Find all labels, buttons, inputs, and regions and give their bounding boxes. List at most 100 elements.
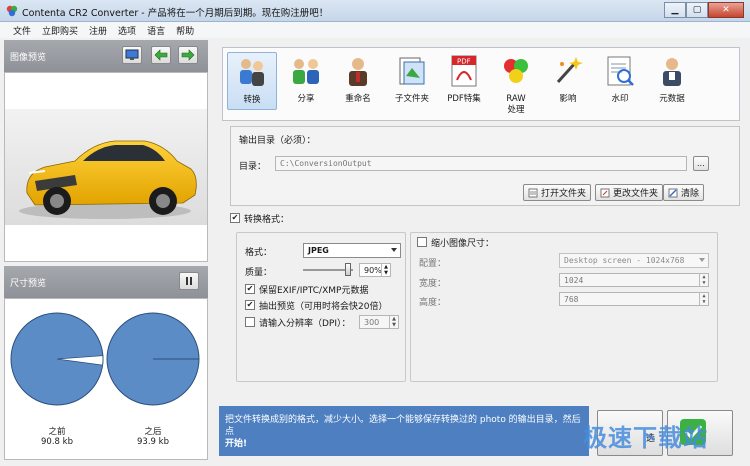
tool-subfolder[interactable]: 子文件夹 bbox=[387, 52, 437, 105]
open-folder-icon bbox=[528, 188, 538, 197]
width-label: 宽度： bbox=[419, 279, 447, 289]
output-dir-field[interactable]: C:\ConversionOutput bbox=[275, 156, 687, 171]
menu-options[interactable]: 选项 bbox=[113, 22, 142, 38]
keep-metadata-label: 保留EXIF/IPTC/XMP元数据 bbox=[259, 286, 369, 296]
config-select[interactable]: Desktop screen - 1024x768 bbox=[559, 253, 709, 268]
menu-help[interactable]: 帮助 bbox=[171, 22, 200, 38]
dpi-value: 300 bbox=[364, 318, 380, 327]
after-size-label: 之后 93.9 kb bbox=[123, 427, 183, 447]
pause-icon bbox=[186, 277, 192, 285]
info-bar: 把文件转换成别的格式，减少大小。选择一个能够保存转换过的 photo 的输出目录… bbox=[219, 406, 589, 456]
format-label: 格式： bbox=[245, 248, 273, 258]
open-folder-button[interactable]: 打开文件夹 bbox=[523, 184, 592, 201]
arrow-left-icon bbox=[154, 49, 168, 61]
chevron-down-icon bbox=[699, 258, 705, 262]
output-directory-section: 输出目录（必须）： 目录： C:\ConversionOutput ... 打开… bbox=[230, 126, 740, 206]
convert-options-group: 格式： JPEG 质量： 90% ▲ ▼ ✔ 保留EXIF/IPTC/XMP元数据… bbox=[236, 232, 406, 382]
extract-preview-checkbox[interactable]: ✔ bbox=[245, 300, 255, 310]
raw-balls-icon bbox=[504, 59, 528, 83]
tool-convert-label: 转换 bbox=[243, 95, 261, 105]
size-preview-header: 尺寸预览 bbox=[4, 266, 208, 298]
tool-raw[interactable]: RAW 处理 bbox=[491, 52, 541, 116]
convert-format-label: 转换格式： bbox=[244, 215, 290, 225]
pause-button[interactable] bbox=[179, 272, 199, 290]
minimize-button[interactable]: ▁ bbox=[664, 2, 686, 18]
title-bar: Contenta CR2 Converter - 产品将在一个月期后到期。现在购… bbox=[0, 0, 750, 22]
convert-format-checkbox[interactable]: ✔ bbox=[230, 213, 240, 223]
height-input[interactable]: 768 ▲ ▼ bbox=[559, 292, 709, 306]
after-value: 93.9 kb bbox=[137, 437, 169, 447]
height-spinner[interactable]: ▲ ▼ bbox=[699, 293, 708, 305]
monitor-icon bbox=[125, 49, 139, 60]
close-button[interactable]: ✕ bbox=[708, 2, 744, 18]
height-label: 高度： bbox=[419, 298, 447, 308]
height-value: 768 bbox=[564, 295, 579, 304]
width-spinner[interactable]: ▲ ▼ bbox=[699, 274, 708, 286]
tool-pdf[interactable]: PDF PDF特集 bbox=[439, 52, 489, 105]
maximize-button[interactable]: ▢ bbox=[686, 2, 708, 18]
tool-metadata[interactable]: 元数据 bbox=[647, 52, 697, 105]
format-value: JPEG bbox=[308, 246, 329, 255]
info-text: 把文件转换成别的格式，减少大小。选择一个能够保存转换过的 photo 的输出目录… bbox=[225, 415, 581, 437]
tool-raw-label-line1: RAW bbox=[506, 94, 526, 104]
width-input[interactable]: 1024 ▲ ▼ bbox=[559, 273, 709, 287]
config-label: 配置： bbox=[419, 259, 447, 269]
after-label: 之后 bbox=[144, 427, 162, 437]
quality-slider-track[interactable] bbox=[303, 263, 353, 276]
info-text-bold: 开始! bbox=[225, 439, 248, 449]
subfolder-icon bbox=[399, 57, 425, 85]
before-label: 之前 bbox=[48, 427, 66, 437]
arrow-right-icon bbox=[181, 49, 195, 61]
quality-spinner[interactable]: ▲ ▼ bbox=[381, 264, 390, 276]
menu-file[interactable]: 文件 bbox=[8, 22, 37, 38]
resize-checkbox[interactable] bbox=[417, 237, 427, 247]
watermark-icon bbox=[607, 56, 634, 86]
image-preview-header: 图像预览 bbox=[4, 40, 208, 72]
dpi-spinner[interactable]: ▲ ▼ bbox=[389, 316, 398, 328]
share-people-icon bbox=[293, 59, 319, 84]
effects-wand-icon bbox=[556, 57, 583, 84]
keep-metadata-checkbox[interactable]: ✔ bbox=[245, 284, 255, 294]
browse-button[interactable]: ... bbox=[693, 156, 709, 171]
menu-buy-now[interactable]: 立即购买 bbox=[37, 22, 84, 38]
resize-options-group: 缩小图像尺寸： 配置： Desktop screen - 1024x768 宽度… bbox=[410, 232, 718, 382]
tool-share[interactable]: 分享 bbox=[281, 52, 331, 105]
change-folder-icon bbox=[600, 188, 610, 197]
quality-label: 质量： bbox=[245, 268, 273, 278]
dpi-checkbox[interactable] bbox=[245, 317, 255, 327]
dpi-input[interactable]: 300 ▲ ▼ bbox=[359, 315, 399, 329]
tool-convert[interactable]: 转换 bbox=[227, 52, 277, 110]
previous-image-button[interactable] bbox=[151, 46, 171, 64]
window-title: Contenta CR2 Converter - 产品将在一个月期后到期。现在购… bbox=[22, 8, 329, 19]
resize-label: 缩小图像尺寸： bbox=[431, 239, 495, 249]
tool-rename-label: 重命名 bbox=[345, 94, 371, 104]
clear-button[interactable]: 清除 bbox=[663, 184, 705, 201]
monitor-button[interactable] bbox=[122, 46, 142, 64]
menu-register[interactable]: 注册 bbox=[84, 22, 113, 38]
quality-slider-thumb[interactable] bbox=[345, 263, 351, 276]
change-folder-button[interactable]: 更改文件夹 bbox=[595, 184, 664, 201]
feature-toolbar: 转换 分享 重命名 子文件夹 PDF PDF特集 RAW 处理 影响 水印 元数… bbox=[222, 47, 740, 121]
tool-effects[interactable]: 影响 bbox=[543, 52, 593, 105]
tool-metadata-label: 元数据 bbox=[659, 94, 685, 104]
maximize-icon: ▢ bbox=[692, 5, 702, 15]
pdf-icon: PDF bbox=[451, 55, 477, 87]
clear-broom-icon bbox=[668, 188, 678, 197]
menu-language[interactable]: 语言 bbox=[142, 22, 171, 38]
change-folder-label: 更改文件夹 bbox=[613, 189, 659, 199]
open-folder-label: 打开文件夹 bbox=[541, 189, 587, 199]
config-value: Desktop screen - 1024x768 bbox=[564, 256, 685, 265]
site-watermark: 极速下载站 bbox=[583, 424, 708, 452]
extract-preview-label: 抽出预览（可用时将会快20倍） bbox=[259, 302, 388, 312]
format-select[interactable]: JPEG bbox=[303, 243, 401, 258]
next-image-button[interactable] bbox=[178, 46, 198, 64]
image-preview-title: 图像预览 bbox=[10, 53, 47, 63]
size-preview-area: 之前 90.8 kb 之后 93.9 kb bbox=[4, 298, 208, 460]
width-value: 1024 bbox=[564, 276, 584, 285]
clear-label: 清除 bbox=[681, 189, 700, 199]
tool-rename[interactable]: 重命名 bbox=[333, 52, 383, 105]
convert-people-icon bbox=[240, 59, 264, 86]
tool-subfolder-label: 子文件夹 bbox=[394, 94, 429, 104]
tool-watermark[interactable]: 水印 bbox=[595, 52, 645, 105]
before-value: 90.8 kb bbox=[41, 437, 73, 447]
